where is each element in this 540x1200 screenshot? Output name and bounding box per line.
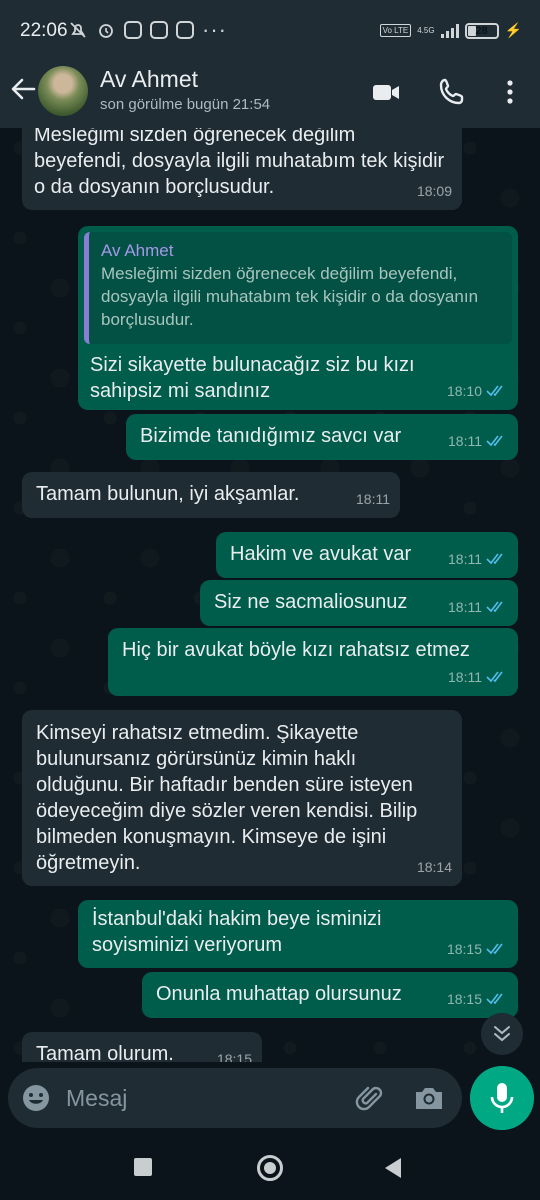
message-text: Kimseyi rahatsız etmedim. Şikayette bulu… [36,722,418,874]
battery-icon: 28 [464,22,499,39]
quoted-text: Mesleğimi sizden öğrenecek değilim beyef… [101,264,479,329]
double-check-icon [486,601,503,613]
message-time: 18:15 [446,941,482,957]
message-time: 18:10 [446,383,482,399]
double-chevron-down-icon[interactable] [481,1013,523,1055]
message-text: Tamam bulunun, iyi akşamlar. [36,483,300,505]
instagram-icon [124,21,142,39]
system-navigation-bar [0,1134,540,1200]
message-time: 18:15 [216,1051,252,1062]
message-time: 18:09 [416,183,452,199]
avatar[interactable] [38,66,88,116]
quoted-message[interactable]: Av Ahmet Mesleğimi sizden öğrenecek deği… [84,232,512,344]
signal-icon [440,23,459,38]
chat-header: Av Ahmet son görülme bugün 21:54 [0,60,540,128]
message-outgoing[interactable]: Hiç bir avukat böyle kızı rahatsız etmez… [108,628,518,696]
recents-button[interactable] [134,1158,152,1176]
message-text: Hiç bir avukat böyle kızı rahatsız etmez [122,639,470,661]
composer [8,1068,462,1128]
message-incoming[interactable]: Tamam olurum. 18:15 [22,1032,262,1062]
double-check-icon [486,943,503,955]
video-camera-icon[interactable] [370,76,402,108]
status-time: 22:06 [20,20,68,41]
double-check-icon [486,993,503,1005]
message-outgoing[interactable]: Hakim ve avukat var 18:11 [216,532,518,578]
more-notifications-icon: ··· [202,17,227,42]
paperclip-icon[interactable] [354,1082,386,1114]
message-time: 18:11 [448,433,482,449]
microphone-icon[interactable] [470,1066,534,1130]
last-seen-status: son görülme bugün 21:54 [100,96,271,113]
message-text: Sizi sikayette bulunacağız siz bu kızı s… [90,354,415,402]
charging-icon: ⚡ [504,22,522,38]
message-outgoing[interactable]: Av Ahmet Mesleğimi sizden öğrenecek deği… [78,226,518,410]
double-check-icon [486,385,503,397]
quoted-author: Av Ahmet [101,241,174,260]
message-text: Mesleğimi sizden öğrenecek değilim beyef… [34,128,445,198]
status-bar: 22:06 ··· Vo LTE 4.5G 28 ⚡ [0,0,540,60]
network-type: 4.5G [417,26,435,35]
volte-icon: Vo LTE [379,24,412,37]
camera-icon[interactable] [412,1082,446,1114]
message-time: 18:11 [448,669,482,685]
alarm-icon [99,24,113,38]
message-outgoing[interactable]: Onunla muhattap olursunuz 18:15 [142,972,518,1018]
double-check-icon [486,553,503,565]
back-button[interactable] [385,1158,401,1178]
emoji-icon[interactable] [20,1082,52,1114]
contact-name[interactable]: Av Ahmet [100,66,198,93]
arrow-left-icon[interactable] [8,74,38,104]
instagram-icon [176,21,194,39]
double-check-icon [486,671,503,683]
message-time: 18:14 [416,859,452,875]
home-button[interactable] [257,1155,283,1181]
message-list[interactable]: Mesleğimi sizden öğrenecek değilim beyef… [0,128,540,1062]
mute-icon [70,22,86,38]
status-system-icons: Vo LTE 4.5G 28 ⚡ [379,22,522,39]
message-text: İstanbul'daki hakim beye isminizi soyism… [92,908,382,956]
message-time: 18:11 [356,491,390,507]
instagram-icon [150,21,168,39]
message-outgoing[interactable]: Bizimde tanıdığımız savcı var 18:11 [126,414,518,460]
message-outgoing[interactable]: İstanbul'daki hakim beye isminizi soyism… [78,900,518,968]
battery-level: 28 [475,24,488,37]
phone-icon[interactable] [436,76,468,108]
message-incoming[interactable]: Mesleğimi sizden öğrenecek değilim beyef… [22,128,462,210]
message-time: 18:11 [448,599,482,615]
message-time: 18:11 [448,551,482,567]
message-outgoing[interactable]: Siz ne sacmaliosunuz 18:11 [200,580,518,626]
more-vertical-icon[interactable] [496,76,528,108]
message-time: 18:15 [446,991,482,1007]
message-incoming[interactable]: Kimseyi rahatsız etmedim. Şikayette bulu… [22,710,462,886]
message-incoming[interactable]: Tamam bulunun, iyi akşamlar. 18:11 [22,472,400,518]
status-notification-icons [68,20,194,40]
double-check-icon [486,435,503,447]
message-input[interactable] [66,1083,336,1113]
